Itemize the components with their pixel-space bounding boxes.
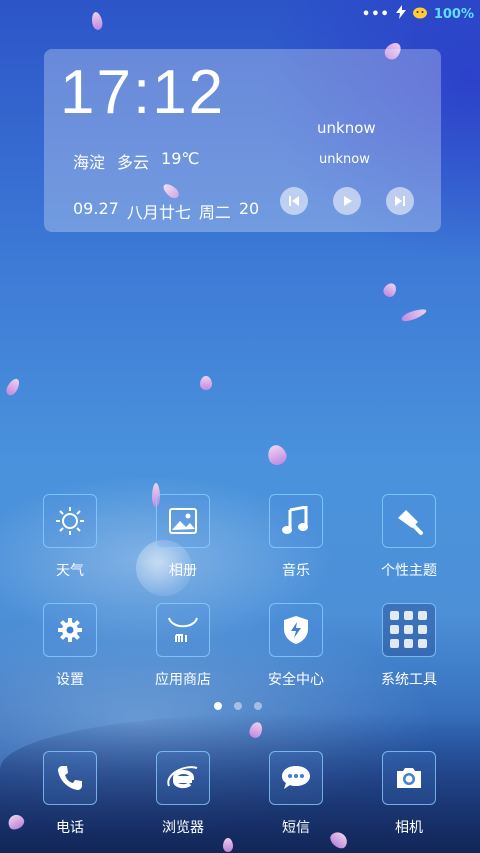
weekday: 周二 [198, 203, 231, 222]
app-label: 个性主题 [381, 563, 437, 579]
app-system-tools[interactable]: 系统工具 [359, 603, 459, 689]
page-dot-active[interactable] [214, 702, 222, 710]
page-indicator [214, 702, 262, 710]
phone-icon [43, 751, 97, 805]
next-track-button[interactable] [386, 187, 414, 215]
play-button[interactable] [333, 187, 361, 215]
next-icon [395, 196, 405, 206]
petal-decoration [4, 376, 22, 398]
petal-decoration [400, 306, 428, 324]
folder-grid-icon [382, 603, 436, 657]
app-label: 天气 [56, 563, 84, 579]
petal-decoration [200, 376, 212, 390]
app-label: 相机 [395, 820, 423, 836]
music-note-icon [269, 494, 323, 548]
status-bar: ••• 100% [362, 4, 474, 24]
date-text: 09.27 [73, 199, 119, 218]
app-label: 安全中心 [268, 672, 324, 688]
emoji-notification-icon [412, 5, 428, 23]
play-icon [344, 196, 352, 206]
browser-e-icon [156, 751, 210, 805]
app-themes[interactable]: 个性主题 [359, 494, 459, 580]
music-artist: unknow [319, 152, 370, 167]
dock-browser[interactable]: 浏览器 [133, 751, 233, 837]
app-label: 电话 [56, 820, 84, 836]
camera-icon [382, 751, 436, 805]
date-suffix: 20 [238, 199, 260, 218]
app-weather[interactable]: 天气 [20, 494, 120, 580]
petal-decoration [223, 838, 233, 852]
previous-icon [289, 196, 299, 206]
app-label: 音乐 [282, 563, 310, 579]
app-label: 相册 [169, 563, 197, 579]
photo-icon [156, 494, 210, 548]
petal-decoration [265, 442, 289, 468]
dock-camera[interactable]: 相机 [359, 751, 459, 837]
app-gallery[interactable]: 相册 [133, 494, 233, 580]
weather-info[interactable]: 海淀 多云 19℃ [73, 149, 199, 173]
charging-icon [395, 5, 406, 23]
page-dot[interactable] [234, 702, 242, 710]
battery-percentage: 100% [433, 6, 474, 22]
page-dot[interactable] [254, 702, 262, 710]
app-security[interactable]: 安全中心 [246, 603, 346, 689]
clock-music-widget[interactable]: 17:12 海淀 多云 19℃ 09.27 八月廿七 周二 20 unknow … [44, 49, 441, 232]
weather-condition: 多云 [117, 153, 150, 172]
message-icon [269, 751, 323, 805]
weather-location: 海淀 [73, 153, 106, 172]
app-label: 设置 [56, 672, 84, 688]
date-info: 09.27 八月廿七 周二 20 [73, 199, 259, 223]
app-label: 系统工具 [381, 672, 437, 688]
sun-icon [43, 494, 97, 548]
dock-phone[interactable]: 电话 [20, 751, 120, 837]
app-settings[interactable]: 设置 [20, 603, 120, 689]
gear-icon [43, 603, 97, 657]
shield-icon [269, 603, 323, 657]
clock-time[interactable]: 17:12 [60, 57, 225, 128]
petal-decoration [90, 11, 104, 31]
app-label: 应用商店 [155, 672, 211, 688]
media-controls [280, 187, 414, 215]
app-label: 浏览器 [162, 820, 204, 836]
app-store[interactable]: 应用商店 [133, 603, 233, 689]
status-menu-dots: ••• [361, 6, 390, 22]
previous-track-button[interactable] [280, 187, 308, 215]
brush-icon [382, 494, 436, 548]
app-label: 短信 [282, 820, 310, 836]
lunar-date: 八月廿七 [126, 203, 191, 222]
petal-decoration [381, 280, 399, 300]
weather-temperature: 19℃ [161, 149, 200, 168]
music-title: unknow [317, 119, 376, 137]
dock-messages[interactable]: 短信 [246, 751, 346, 837]
mi-store-icon [156, 603, 210, 657]
app-music[interactable]: 音乐 [246, 494, 346, 580]
